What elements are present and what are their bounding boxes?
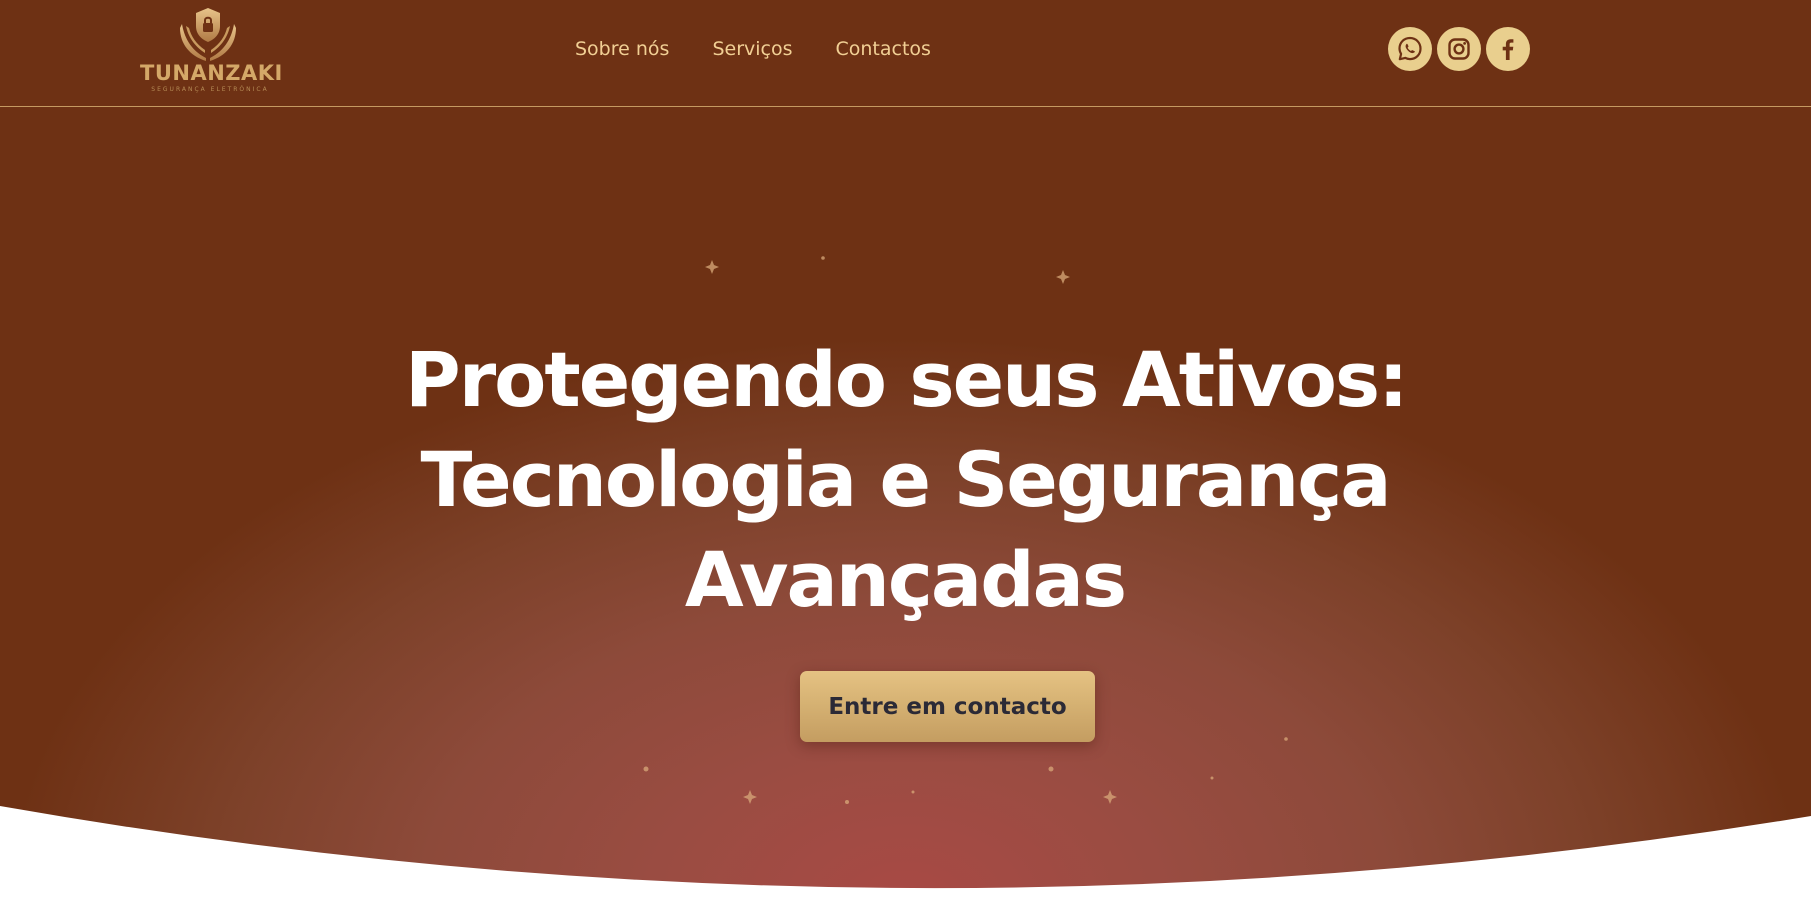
facebook-icon: [1502, 39, 1514, 60]
site-header: TUNANZAKI SEGURANÇA ELETRÓNICA Sobre nós…: [0, 0, 1811, 107]
nav-item-contactos[interactable]: Contactos: [836, 38, 931, 60]
social-links: [1388, 27, 1530, 71]
brand-name: TUNANZAKI: [140, 61, 283, 85]
landing-page: TUNANZAKI SEGURANÇA ELETRÓNICA Sobre nós…: [0, 0, 1811, 900]
whatsapp-button[interactable]: [1388, 27, 1432, 71]
instagram-icon: [1448, 38, 1470, 60]
headline-line: Tecnologia e Segurança: [420, 435, 1391, 524]
headline-line: Avançadas: [684, 535, 1127, 624]
main-nav: Sobre nós Serviços Contactos: [575, 38, 931, 60]
headline-line: Protegendo seus Ativos:: [405, 335, 1409, 424]
nav-item-servicos[interactable]: Serviços: [712, 38, 792, 60]
whatsapp-icon: [1398, 36, 1422, 61]
hero-bottom-curve: [0, 806, 1811, 900]
brand-logo[interactable]: TUNANZAKI SEGURANÇA ELETRÓNICA: [140, 6, 283, 93]
instagram-button[interactable]: [1437, 27, 1481, 71]
facebook-button[interactable]: [1486, 27, 1530, 71]
contact-cta-button[interactable]: Entre em contacto: [800, 671, 1095, 742]
hero-headline: Protegendo seus Ativos: Tecnologia e Seg…: [405, 330, 1409, 630]
shield-lock-hands-icon: [180, 8, 236, 61]
brand-tagline: SEGURANÇA ELETRÓNICA: [151, 86, 269, 93]
nav-item-sobre-nos[interactable]: Sobre nós: [575, 38, 669, 60]
